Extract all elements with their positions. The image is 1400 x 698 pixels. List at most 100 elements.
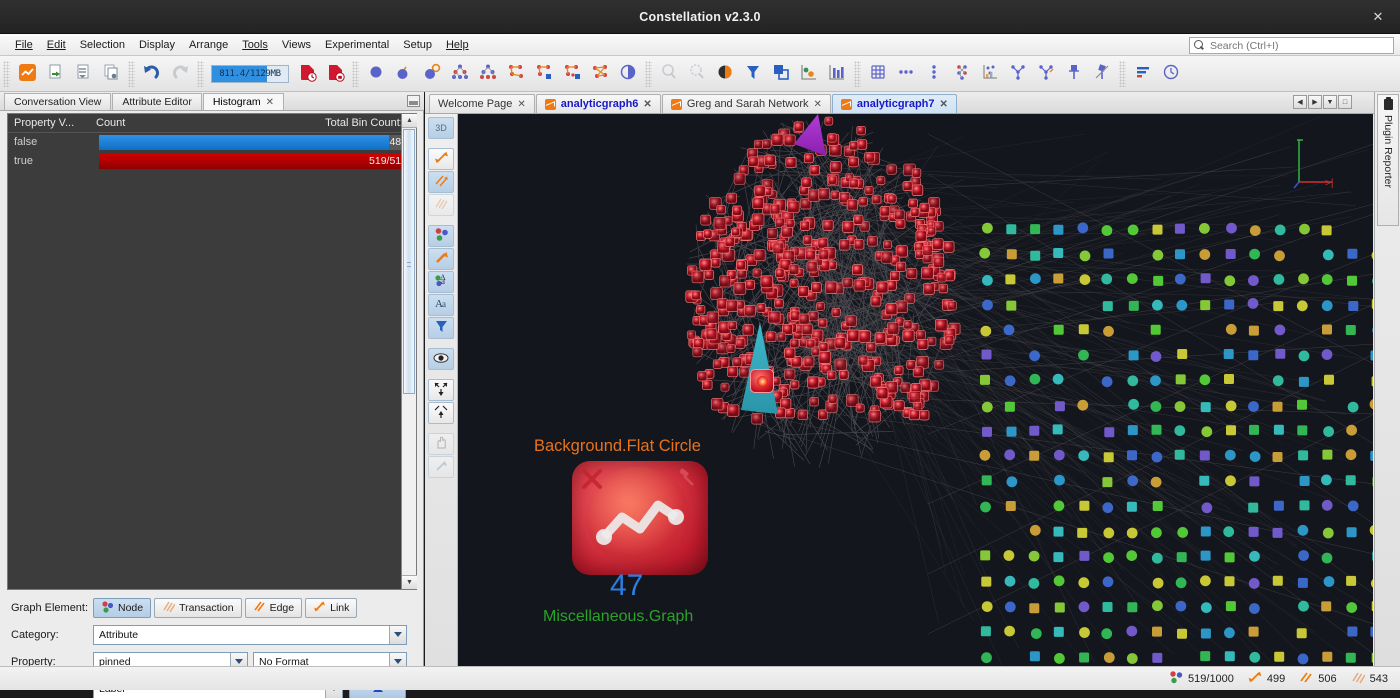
menu-item-experimental[interactable]: Experimental xyxy=(318,37,396,53)
add-node-mode-button[interactable] xyxy=(428,148,454,170)
expand-graph-button[interactable] xyxy=(428,379,454,401)
tab-analyticgraph6[interactable]: analyticgraph6 ✕ xyxy=(535,94,661,113)
recent-graph-button[interactable] xyxy=(294,61,320,87)
menu-item-tools[interactable]: Tools xyxy=(235,37,275,53)
tree-expand-button[interactable] xyxy=(1033,61,1059,87)
attribute-list-button[interactable] xyxy=(1130,61,1156,87)
named-selection-button[interactable] xyxy=(796,61,822,87)
scatter-layout-button[interactable] xyxy=(977,61,1003,87)
toolbar-grip[interactable] xyxy=(3,60,10,87)
show-nodes-button[interactable] xyxy=(428,225,454,247)
select-graph-d-button[interactable] xyxy=(587,61,613,87)
menu-item-file[interactable]: File xyxy=(8,37,40,53)
select-tool-button[interactable] xyxy=(428,456,454,478)
histogram-scrollbar[interactable]: ▲ ▼ xyxy=(401,114,417,589)
toolbar-grip-4[interactable] xyxy=(352,60,359,87)
open-graph-button[interactable] xyxy=(42,61,68,87)
graph-element-link-button[interactable]: Link xyxy=(305,597,358,618)
tree-down-button[interactable] xyxy=(1005,61,1031,87)
locked-graph-button[interactable] xyxy=(322,61,348,87)
toolbar-grip-3[interactable] xyxy=(197,60,204,87)
menu-item-edit[interactable]: Edit xyxy=(40,37,73,53)
show-blazes-button[interactable] xyxy=(428,317,454,339)
menu-item-display[interactable]: Display xyxy=(132,37,182,53)
scrollbar-thumb[interactable] xyxy=(403,129,415,394)
maximize-icon[interactable]: □ xyxy=(1338,95,1352,109)
add-transaction-mode-button[interactable] xyxy=(428,171,454,193)
histogram-button[interactable] xyxy=(824,61,850,87)
select-loop-button[interactable] xyxy=(419,61,445,87)
menu-item-arrange[interactable]: Arrange xyxy=(182,37,235,53)
chevron-down-icon[interactable]: ▼ xyxy=(1323,95,1337,109)
contrast-button[interactable] xyxy=(712,61,738,87)
toggle-3d-button[interactable]: 3D xyxy=(428,117,454,139)
histogram-row-false[interactable]: false 481 xyxy=(8,133,416,152)
pan-tool-button[interactable] xyxy=(428,433,454,455)
timeline-button[interactable] xyxy=(1158,61,1184,87)
graph-element-node-button[interactable]: Node xyxy=(93,597,152,618)
menu-item-selection[interactable]: Selection xyxy=(73,37,132,53)
show-connection-labels-button[interactable]: Aa xyxy=(428,294,454,316)
search-input[interactable] xyxy=(1209,39,1389,52)
close-icon[interactable]: ✕ xyxy=(643,99,651,110)
menu-item-setup[interactable]: Setup xyxy=(396,37,439,53)
select-graph-a-button[interactable] xyxy=(503,61,529,87)
memory-usage-indicator[interactable]: 811.4/1129MB xyxy=(211,64,289,83)
zoom-to-selection-button[interactable] xyxy=(684,61,710,87)
scroll-up-arrow-icon[interactable]: ▲ xyxy=(402,114,417,128)
tab-histogram[interactable]: Histogram ✕ xyxy=(202,93,285,110)
add-edge-mode-button[interactable] xyxy=(428,194,454,216)
toolbar-grip-2[interactable] xyxy=(128,60,135,87)
funnel-button[interactable] xyxy=(740,61,766,87)
vertical-layout-button[interactable] xyxy=(921,61,947,87)
close-icon[interactable]: ✕ xyxy=(1370,9,1386,25)
toolbar-grip-7[interactable] xyxy=(1119,60,1126,87)
graph-canvas[interactable]: Background.Flat Circle 47 Miscellaneous.… xyxy=(458,114,1373,666)
graph-element-transaction-button[interactable]: Transaction xyxy=(154,597,242,618)
layers-button[interactable] xyxy=(768,61,794,87)
bubble-tree-button[interactable] xyxy=(949,61,975,87)
tab-scroll-left-icon[interactable]: ◀ xyxy=(1293,95,1307,109)
close-icon[interactable]: ✕ xyxy=(813,99,821,110)
save-graph-button[interactable] xyxy=(70,61,96,87)
select-node-link-button[interactable] xyxy=(391,61,417,87)
undo-button[interactable] xyxy=(139,61,165,87)
unpin-nodes-button[interactable] xyxy=(1089,61,1115,87)
plugin-reporter-tab[interactable]: Plugin Reporter xyxy=(1377,94,1399,226)
float-panel-button[interactable] xyxy=(407,95,420,107)
close-icon[interactable]: ✕ xyxy=(517,99,525,110)
toolbar-grip-6[interactable] xyxy=(854,60,861,87)
copy-graph-button[interactable] xyxy=(98,61,124,87)
menu-item-views[interactable]: Views xyxy=(275,37,318,53)
redo-button[interactable] xyxy=(167,61,193,87)
select-subtree-button[interactable] xyxy=(475,61,501,87)
select-all-button[interactable] xyxy=(363,61,389,87)
scroll-down-arrow-icon[interactable]: ▼ xyxy=(402,575,417,589)
select-graph-c-button[interactable] xyxy=(559,61,585,87)
large-graph-node[interactable] xyxy=(572,461,708,575)
search-box[interactable] xyxy=(1189,37,1394,54)
contract-graph-button[interactable] xyxy=(428,402,454,424)
pin-nodes-button[interactable] xyxy=(1061,61,1087,87)
tab-analyticgraph7[interactable]: analyticgraph7 ✕ xyxy=(831,94,957,113)
toolbar-grip-5[interactable] xyxy=(645,60,652,87)
close-icon[interactable]: ✕ xyxy=(266,97,274,108)
reset-view-button[interactable] xyxy=(656,61,682,87)
chevron-down-icon[interactable] xyxy=(389,625,406,644)
close-icon[interactable]: ✕ xyxy=(940,99,948,110)
tab-greg-and-sarah-network[interactable]: Greg and Sarah Network ✕ xyxy=(661,94,831,113)
tab-scroll-right-icon[interactable]: ▶ xyxy=(1308,95,1322,109)
select-graph-b-button[interactable] xyxy=(531,61,557,87)
show-node-labels-button[interactable]: aA xyxy=(428,271,454,293)
histogram-bar[interactable]: 519/519 xyxy=(99,154,412,169)
show-connections-button[interactable] xyxy=(428,248,454,270)
select-tree-button[interactable] xyxy=(447,61,473,87)
new-graph-button[interactable] xyxy=(14,61,40,87)
visibility-button[interactable] xyxy=(428,348,454,370)
tab-attribute-editor[interactable]: Attribute Editor xyxy=(112,93,202,110)
tab-welcome-page[interactable]: Welcome Page ✕ xyxy=(429,94,535,113)
category-select[interactable]: Attribute xyxy=(93,624,407,645)
graph-element-edge-button[interactable]: Edge xyxy=(244,597,303,618)
selected-node[interactable] xyxy=(750,369,774,393)
histogram-bar[interactable]: 481 xyxy=(99,135,412,150)
